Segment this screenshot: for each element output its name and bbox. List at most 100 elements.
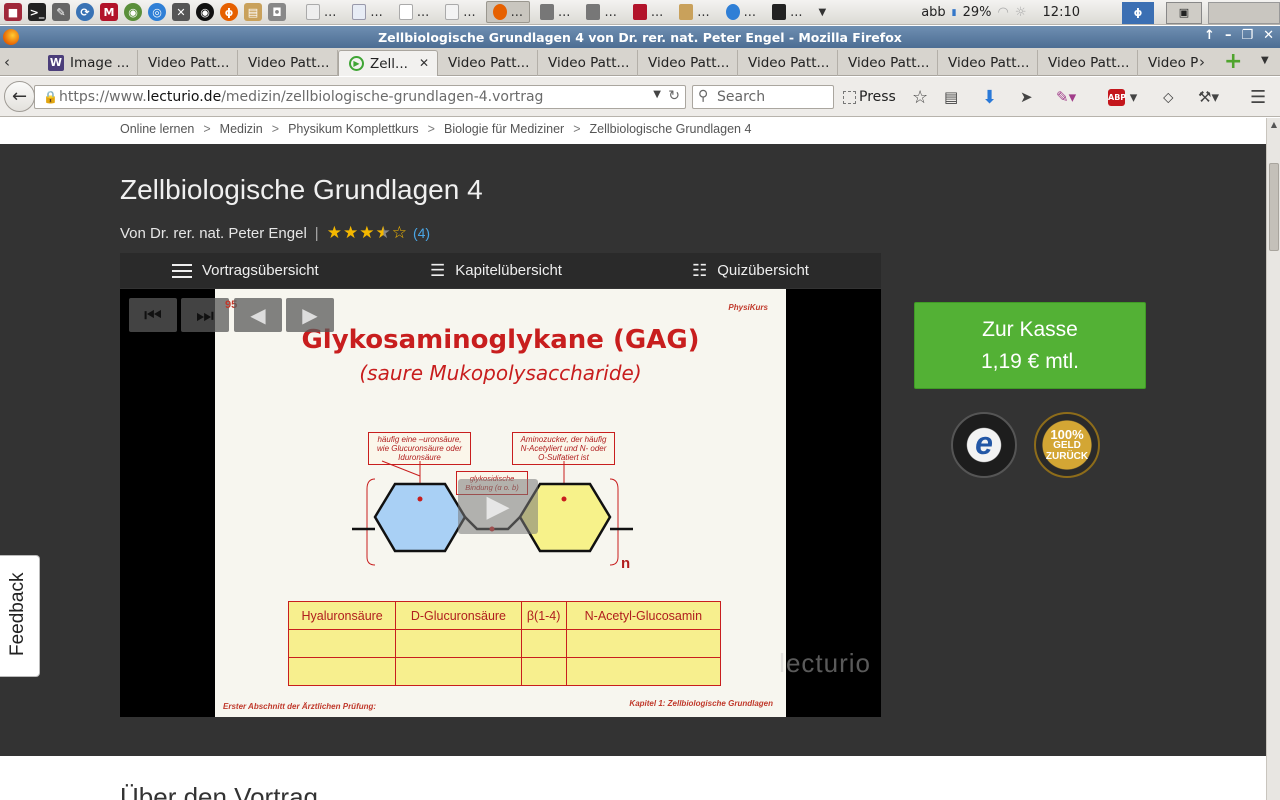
table-cell xyxy=(287,657,397,686)
back-button[interactable]: ← xyxy=(4,81,35,112)
previous-slide-button[interactable]: ◀ xyxy=(234,298,282,332)
breadcrumb-separator: > xyxy=(271,122,280,136)
triangle-right-icon: ▶ xyxy=(302,303,318,327)
firefox-launcher-icon[interactable]: ϕ xyxy=(220,3,238,21)
send-icon[interactable]: ➤ xyxy=(1020,86,1033,108)
bookmark-star-icon[interactable]: ☆ xyxy=(912,86,928,108)
camera-launcher-icon[interactable]: ◘ xyxy=(268,3,286,21)
task-terminal[interactable]: ... xyxy=(766,1,808,23)
table-cell xyxy=(395,657,522,686)
breadcrumb-physikum[interactable]: Physikum Komplettkurs xyxy=(288,122,419,136)
downloads-icon[interactable]: ⬇ xyxy=(982,86,997,108)
tab-scroll-right-button[interactable]: › xyxy=(1199,53,1205,71)
adblock-icon[interactable]: ABP ▾ xyxy=(1108,86,1137,108)
terminal-window-icon[interactable]: ▣ xyxy=(1166,1,1202,24)
tools-launcher-icon[interactable]: ✕ xyxy=(172,3,190,21)
tab-video-pattern-7[interactable]: Video Patt... xyxy=(838,50,938,76)
skip-forward-button[interactable]: ⏭ xyxy=(181,298,229,332)
task-list-dropdown[interactable]: ▼ xyxy=(812,1,832,23)
paint-brush-icon[interactable]: ✎▾ xyxy=(1056,86,1076,108)
clock[interactable]: 12:10 xyxy=(1043,5,1080,20)
slide-repeat-n: n xyxy=(621,555,631,572)
tab-scroll-left-button[interactable]: ‹ xyxy=(4,53,10,71)
task-label: ... xyxy=(416,4,430,20)
task-chrome[interactable]: ... xyxy=(720,1,762,23)
page-scrollbar[interactable]: ▲ xyxy=(1266,118,1280,800)
record-launcher-icon[interactable]: ◉ xyxy=(196,3,214,21)
lock-icon[interactable]: 🔒 xyxy=(43,90,58,104)
editor-launcher-icon[interactable]: ✎ xyxy=(52,3,70,21)
skip-back-button[interactable]: ⏮ xyxy=(129,298,177,332)
tab-vortragsuebersicht[interactable]: Vortragsübersicht xyxy=(172,253,319,288)
extension-tools-icon[interactable]: ⚒▾ xyxy=(1198,86,1219,108)
search-input[interactable]: ⚲ Search xyxy=(692,85,834,109)
press-button[interactable]: Press xyxy=(843,86,896,108)
tab-image[interactable]: W Image ... xyxy=(38,50,138,76)
money-back-badge[interactable]: 100% GELD ZURÜCK xyxy=(1034,412,1100,478)
task-editor-1[interactable]: ... xyxy=(534,1,576,23)
reload-icon[interactable]: ↻ xyxy=(668,88,680,104)
next-slide-button[interactable]: ▶ xyxy=(286,298,334,332)
battery-icon[interactable]: ▮ xyxy=(952,8,957,18)
reading-list-icon[interactable]: ▤ xyxy=(944,86,958,108)
tab-video-pattern-1[interactable]: Video Patt... xyxy=(138,50,238,76)
new-tab-plus-icon[interactable]: + xyxy=(1224,49,1242,74)
checkout-button[interactable]: Zur Kasse 1,19 € mtl. xyxy=(914,302,1146,389)
tab-video-pattern-4[interactable]: Video Patt... xyxy=(538,50,638,76)
breadcrumb-biologie[interactable]: Biologie für Mediziner xyxy=(444,122,564,136)
task-editor-2[interactable]: ... xyxy=(580,1,622,23)
tab-video-pattern-10[interactable]: Video P xyxy=(1138,50,1198,76)
breadcrumb-medizin[interactable]: Medizin xyxy=(220,122,263,136)
app-menu-icon[interactable]: ■ xyxy=(4,3,22,21)
files-launcher-icon[interactable]: ▤ xyxy=(244,3,262,21)
url-bar[interactable]: 🔒 https://www. lecturio.de/medizin/zellbi… xyxy=(34,85,686,109)
rating-count[interactable]: (4) xyxy=(413,225,430,241)
press-label: Press xyxy=(859,89,896,105)
window-minimize-button[interactable]: – xyxy=(1225,28,1232,43)
video-player[interactable]: PhysiKurs Glykosaminoglykane (GAG) (saur… xyxy=(120,289,881,717)
menu-hamburger-icon[interactable]: ☰ xyxy=(1250,86,1266,108)
tab-quizuebersicht[interactable]: ☷ Quizübersicht xyxy=(692,253,809,288)
task-firefox[interactable]: ... xyxy=(485,1,531,23)
scrollbar-thumb[interactable] xyxy=(1269,163,1279,251)
tab-video-pattern-3[interactable]: Video Patt... xyxy=(438,50,538,76)
tab-video-pattern-9[interactable]: Video Patt... xyxy=(1038,50,1138,76)
sync-launcher-icon[interactable]: ⟳ xyxy=(76,3,94,21)
navigation-bar: 🔒 https://www. lecturio.de/medizin/zellbi… xyxy=(0,77,1280,117)
task-doc-3[interactable]: ... xyxy=(393,1,435,23)
extension-arrows-icon[interactable]: ⬦ xyxy=(1163,86,1174,108)
breadcrumb-online-lernen[interactable]: Online lernen xyxy=(120,122,194,136)
tab-kapiteluebersicht[interactable]: ☰ Kapitelübersicht xyxy=(430,253,562,288)
chrome-launcher-icon[interactable]: ◎ xyxy=(148,3,166,21)
task-doc-2[interactable]: ... xyxy=(346,1,388,23)
tab-label: Video Patt... xyxy=(1048,55,1130,71)
window-up-icon[interactable]: ↑ xyxy=(1204,28,1215,43)
task-doc-4[interactable]: ... xyxy=(439,1,481,23)
tab-zellbiologie[interactable]: ▶ Zell... ✕ xyxy=(338,50,438,76)
mendeley-launcher-icon[interactable]: M xyxy=(100,3,118,21)
terminal-launcher-icon[interactable]: >_ xyxy=(28,3,46,21)
tab-video-pattern-8[interactable]: Video Patt... xyxy=(938,50,1038,76)
tab-list-dropdown-icon[interactable]: ▼ xyxy=(1261,55,1269,66)
trusted-shops-badge[interactable]: e xyxy=(951,412,1017,478)
window-maximize-button[interactable]: ❐ xyxy=(1241,28,1253,43)
play-button[interactable]: ▶ xyxy=(458,479,538,534)
url-history-dropdown-icon[interactable]: ▼ xyxy=(653,89,661,100)
feedback-tab[interactable]: Feedback xyxy=(0,555,40,677)
task-mendeley[interactable]: ... xyxy=(627,1,669,23)
scroll-up-arrow-icon[interactable]: ▲ xyxy=(1268,119,1280,131)
firefox-window-icon[interactable]: ϕ xyxy=(1122,1,1154,24)
window-close-button[interactable]: ✕ xyxy=(1263,28,1274,43)
wifi-icon[interactable]: ◠ xyxy=(998,5,1009,20)
keyboard-layout[interactable]: abb xyxy=(921,5,945,20)
tab-video-pattern-2[interactable]: Video Patt... xyxy=(238,50,338,76)
task-files[interactable]: ... xyxy=(673,1,715,23)
tab-video-pattern-6[interactable]: Video Patt... xyxy=(738,50,838,76)
author-name[interactable]: Von Dr. rer. nat. Peter Engel xyxy=(120,225,307,242)
network-launcher-icon[interactable]: ◉ xyxy=(124,3,142,21)
task-doc-1[interactable]: ... xyxy=(300,1,342,23)
brightness-icon[interactable]: ☼ xyxy=(1015,5,1027,20)
workspace-switcher[interactable] xyxy=(1208,1,1280,24)
tab-close-icon[interactable]: ✕ xyxy=(419,56,429,70)
tab-video-pattern-5[interactable]: Video Patt... xyxy=(638,50,738,76)
